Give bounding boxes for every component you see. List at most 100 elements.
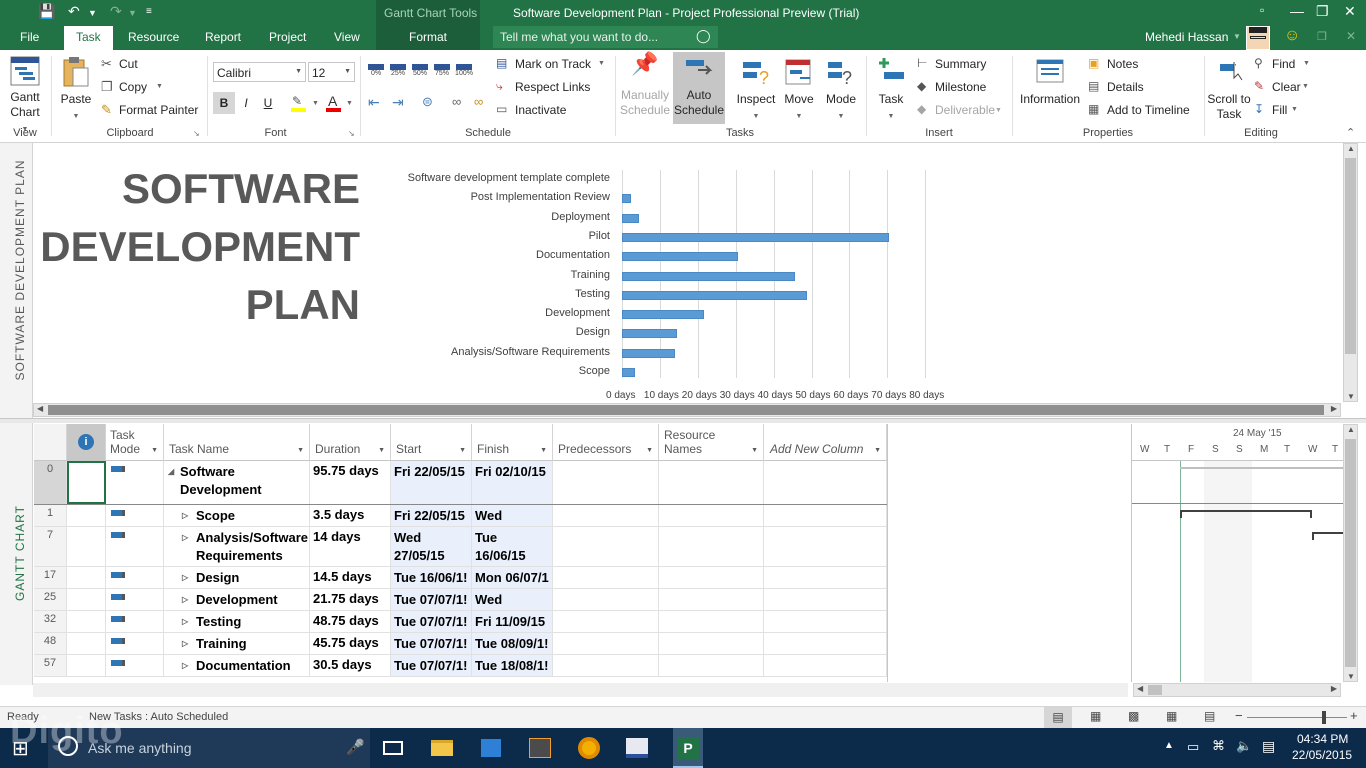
clock-time[interactable]: 04:34 PM <box>1297 732 1348 746</box>
row-id[interactable]: 57 <box>34 655 67 676</box>
summary-gantt-bar[interactable] <box>1180 467 1343 469</box>
row-id[interactable]: 1 <box>34 505 67 526</box>
redo-dropdown-icon[interactable]: ▼ <box>128 8 137 18</box>
task-name-cell[interactable]: ▷ Development <box>164 589 310 610</box>
resource-names-cell[interactable] <box>659 527 764 566</box>
add-column-cell[interactable] <box>764 567 887 588</box>
insert-task-button[interactable]: Task ▼ <box>870 56 912 124</box>
task-mode-cell[interactable] <box>106 633 164 654</box>
add-to-timeline-button[interactable]: Add to Timeline <box>1107 103 1190 117</box>
microphone-icon[interactable]: 🎤 <box>346 738 365 756</box>
column-header-start[interactable]: Start ▼ <box>391 424 472 461</box>
view-report-shortcut-icon[interactable]: ▤ <box>1204 709 1215 723</box>
notes-button[interactable]: Notes <box>1107 57 1138 71</box>
format-painter-button[interactable]: Format Painter <box>119 103 198 117</box>
resource-names-cell[interactable] <box>659 589 764 610</box>
start-cell[interactable]: Tue 07/07/1! <box>391 611 472 632</box>
report-horizontal-scroll-thumb[interactable] <box>48 405 1324 415</box>
row-indicator[interactable] <box>67 527 106 566</box>
row-indicator[interactable] <box>67 633 106 654</box>
new-tasks-mode-status[interactable]: New Tasks : Auto Scheduled <box>89 711 228 723</box>
row-id[interactable]: 32 <box>34 611 67 632</box>
pct-50-button[interactable]: 50% <box>410 62 430 84</box>
task-name-filter-icon[interactable]: ▼ <box>297 444 304 458</box>
add-column-cell[interactable] <box>764 589 887 610</box>
deliverable-button[interactable]: Deliverable <box>935 103 995 117</box>
redo-icon[interactable]: ↷ <box>110 3 122 20</box>
font-family-select[interactable]: Calibri ▼ <box>213 62 306 82</box>
predecessors-cell[interactable] <box>553 505 659 526</box>
task-mode-cell[interactable] <box>106 655 164 676</box>
add-column-cell[interactable] <box>764 655 887 676</box>
task-mode-cell[interactable] <box>106 567 164 588</box>
bold-button[interactable]: B <box>213 92 235 114</box>
predecessors-cell[interactable] <box>553 611 659 632</box>
add-column-cell[interactable] <box>764 505 887 526</box>
highlight-color-icon[interactable]: ✎ <box>290 94 308 112</box>
tab-report[interactable]: Report <box>205 30 241 44</box>
inspect-button[interactable]: ? Inspect ▼ <box>733 56 779 124</box>
start-cell[interactable]: Tue 16/06/1! <box>391 567 472 588</box>
cortana-search-box[interactable]: Ask me anything 🎤 <box>48 728 370 768</box>
duration-cell[interactable]: 21.75 days <box>310 589 391 610</box>
underline-button[interactable]: U <box>258 92 278 114</box>
table-row[interactable]: 32 ▷ Testing 48.75 days Tue 07/07/1! Fri 11/0… <box>34 611 887 633</box>
add-column-cell[interactable] <box>764 633 887 654</box>
row-indicator[interactable] <box>67 461 106 504</box>
scroll-to-task-button[interactable]: Scroll to Task <box>1206 56 1252 122</box>
user-name[interactable]: Mehedi Hassan <box>1145 30 1228 44</box>
expand-triangle-icon[interactable]: ▷ <box>182 511 188 520</box>
scope-summary-bar[interactable] <box>1180 510 1312 518</box>
gantt-vertical-scrollbar[interactable]: ▲ ▼ <box>1343 424 1358 682</box>
task-mode-cell[interactable] <box>106 461 164 504</box>
resource-names-cell[interactable] <box>659 461 764 504</box>
predecessors-cell[interactable] <box>553 567 659 588</box>
row-indicator[interactable] <box>67 505 106 526</box>
ribbon-display-options-icon[interactable]: ▫ <box>1260 3 1264 17</box>
duration-cell[interactable]: 14 days <box>310 527 391 566</box>
task-view-icon[interactable] <box>380 736 406 760</box>
table-row[interactable]: 1 ▷ Scope 3.5 daysFri 22/05/15Wed 27/05/1 <box>34 505 887 527</box>
tab-view[interactable]: View <box>334 30 360 44</box>
font-launcher-icon[interactable]: ↘ <box>348 129 355 138</box>
gantt-horizontal-scroll-thumb[interactable] <box>1148 685 1162 695</box>
column-header-indicators[interactable]: i <box>67 424 106 461</box>
resource-names-filter-icon[interactable]: ▼ <box>751 444 758 458</box>
column-header-duration[interactable]: Duration ▼ <box>310 424 391 461</box>
resource-names-cell[interactable] <box>659 611 764 632</box>
cut-button[interactable]: Cut <box>119 57 138 71</box>
font-size-select[interactable]: 12 ▼ <box>308 62 355 82</box>
task-name-cell[interactable]: ▷ Training <box>164 633 310 654</box>
task-name-cell[interactable]: ▷ Scope <box>164 505 310 526</box>
expand-triangle-icon[interactable]: ▷ <box>182 533 188 542</box>
add-column-cell[interactable] <box>764 527 887 566</box>
close-icon[interactable]: ✕ <box>1344 3 1356 20</box>
highlight-dropdown-icon[interactable]: ▼ <box>312 100 319 107</box>
duration-cell[interactable]: 30.5 days <box>310 655 391 676</box>
undo-dropdown-icon[interactable]: ▼ <box>88 8 97 18</box>
finish-cell[interactable]: Fri 02/10/15 <box>472 461 553 504</box>
finish-cell[interactable]: Wed 27/05/1 <box>472 505 553 526</box>
table-row[interactable]: 17 ▷ Design 14.5 days Tue 16/06/1! Mon 06/07/… <box>34 567 887 589</box>
view-team-planner-shortcut-icon[interactable]: ▩ <box>1128 709 1139 723</box>
start-cell[interactable]: Tue 07/07/1! <box>391 655 472 676</box>
font-color-dropdown-icon[interactable]: ▼ <box>346 100 353 107</box>
gantt-chart-button[interactable]: Gantt Chart ▼ <box>4 56 46 137</box>
duration-cell[interactable]: 14.5 days <box>310 567 391 588</box>
deliverable-dropdown-icon[interactable]: ▼ <box>995 107 1002 114</box>
tab-resource[interactable]: Resource <box>128 30 179 44</box>
task-mode-cell[interactable] <box>106 611 164 632</box>
add-column-cell[interactable] <box>764 461 887 504</box>
pct-0-button[interactable]: 0% <box>366 62 386 84</box>
outdent-icon[interactable]: ⇤ <box>368 94 380 111</box>
store-icon[interactable] <box>478 736 504 760</box>
duration-cell[interactable]: 95.75 days <box>310 461 391 504</box>
mode-button[interactable]: ? Mode ▼ <box>821 56 861 124</box>
finish-cell[interactable]: Tue 08/09/1! <box>472 633 553 654</box>
column-header-add-new-column[interactable]: Add New Column ▼ <box>764 424 887 461</box>
task-mode-filter-icon[interactable]: ▼ <box>151 444 158 458</box>
column-header-finish[interactable]: Finish ▼ <box>472 424 553 461</box>
predecessors-cell[interactable] <box>553 527 659 566</box>
show-hidden-icons-icon[interactable]: ▲ <box>1164 740 1174 751</box>
action-center-icon[interactable]: ▤ <box>1262 738 1275 755</box>
